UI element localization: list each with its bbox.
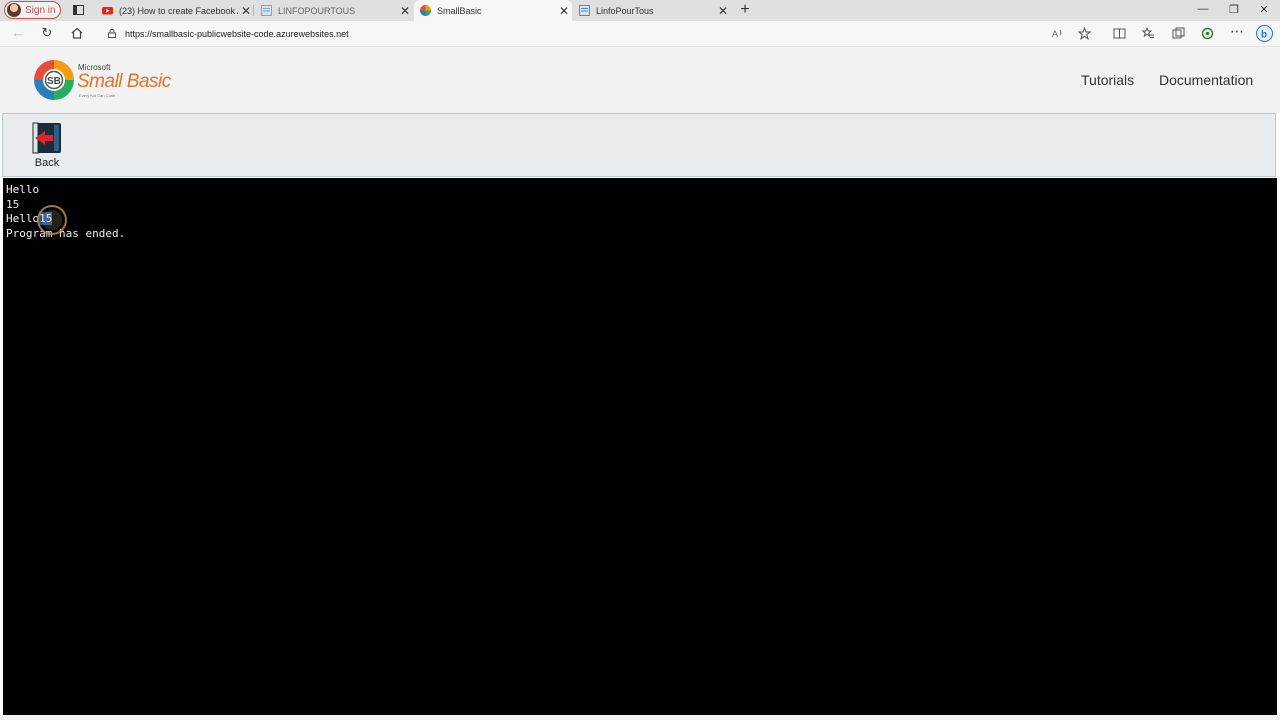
svg-text:b: b — [1261, 30, 1267, 41]
page-bottom-edge — [0, 715, 1280, 720]
home-icon[interactable] — [70, 26, 84, 40]
close-icon[interactable]: ✕ — [715, 4, 731, 18]
page-icon — [579, 5, 590, 16]
refresh-icon[interactable]: ↻ — [40, 26, 54, 40]
avatar — [7, 3, 21, 17]
split-screen-icon[interactable] — [1113, 27, 1126, 40]
logo-title: Small Basic — [77, 71, 171, 92]
tab-linfopourtous-upper[interactable]: LINFOPOURTOUS ✕ — [255, 0, 413, 21]
tab-title: SmallBasic — [437, 5, 482, 16]
favorites-icon[interactable] — [1142, 27, 1155, 40]
console-line: 15 — [6, 197, 20, 211]
page-icon — [261, 5, 272, 16]
new-tab-button[interactable]: + — [737, 2, 753, 18]
small-basic-logo-icon: SB — [34, 60, 74, 100]
close-icon[interactable]: ✕ — [397, 4, 413, 18]
close-icon[interactable]: ✕ — [556, 4, 572, 18]
back-door-icon — [32, 122, 61, 154]
more-options-icon[interactable]: ⋯ — [1230, 24, 1244, 38]
read-aloud-icon[interactable]: A — [1052, 27, 1065, 40]
site-header: SB Microsoft Small Basic Every Kid Can C… — [0, 47, 1280, 113]
back-button[interactable]: Back — [24, 122, 70, 172]
tab-strip: Sign in (23) How to create Facebook Ac ✕… — [0, 0, 1280, 21]
collections-icon[interactable] — [1172, 27, 1185, 40]
minimize-button[interactable]: — — [1193, 3, 1213, 15]
url-text: https://smallbasic-publicwebsite-code.az… — [125, 28, 349, 39]
nav-tutorials[interactable]: Tutorials — [1081, 72, 1134, 88]
url-field[interactable]: https://smallbasic-publicwebsite-code.az… — [100, 24, 1100, 43]
console-line: Hello15 — [6, 212, 1274, 227]
svg-text:SB: SB — [47, 76, 61, 87]
svg-text:A: A — [1052, 29, 1058, 39]
tab-separator — [253, 5, 254, 16]
back-button-label: Back — [34, 157, 60, 169]
small-basic-logo[interactable]: SB Microsoft Small Basic Every Kid Can C… — [33, 59, 178, 103]
tab-title: LINFOPOURTOUS — [278, 5, 356, 16]
text-console[interactable]: Hello 15 Hello15 Program has ended. — [3, 178, 1277, 715]
smallbasic-icon — [420, 5, 431, 16]
extension-icon[interactable] — [1201, 27, 1214, 40]
tab-title: (23) How to create Facebook Ac — [119, 5, 238, 16]
back-arrow-icon[interactable]: ← — [11, 26, 25, 40]
address-bar: ← ↻ https://smallbasic-publicwebsite-cod… — [0, 21, 1280, 47]
restore-button[interactable]: ❐ — [1224, 3, 1244, 16]
profile-label: Sign in — [25, 4, 56, 16]
nav-documentation[interactable]: Documentation — [1159, 72, 1253, 88]
tab-youtube[interactable]: (23) How to create Facebook Ac ✕ — [96, 0, 254, 21]
lock-icon — [108, 29, 116, 38]
close-icon[interactable]: ✕ — [238, 4, 254, 18]
console-line-text: Hello — [6, 212, 40, 226]
console-line: Hello — [6, 183, 40, 196]
favorite-star-icon[interactable] — [1078, 27, 1091, 40]
tab-smallbasic[interactable]: SmallBasic ✕ — [414, 0, 572, 21]
selected-text: 15 — [39, 212, 53, 226]
tab-title: LinfoPourTous — [596, 5, 654, 16]
profile-button[interactable]: Sign in — [4, 1, 61, 19]
bing-chat-icon[interactable]: b — [1256, 25, 1273, 42]
program-toolbar: Back — [2, 113, 1276, 177]
tab-actions-icon[interactable] — [73, 5, 84, 15]
logo-tagline: Every Kid Can Code — [79, 93, 116, 98]
tab-linfopourtous[interactable]: LinfoPourTous ✕ — [573, 0, 731, 21]
console-line: Program has ended. — [6, 226, 126, 240]
youtube-icon — [102, 7, 113, 15]
window-close-button[interactable]: ✕ — [1254, 3, 1274, 16]
